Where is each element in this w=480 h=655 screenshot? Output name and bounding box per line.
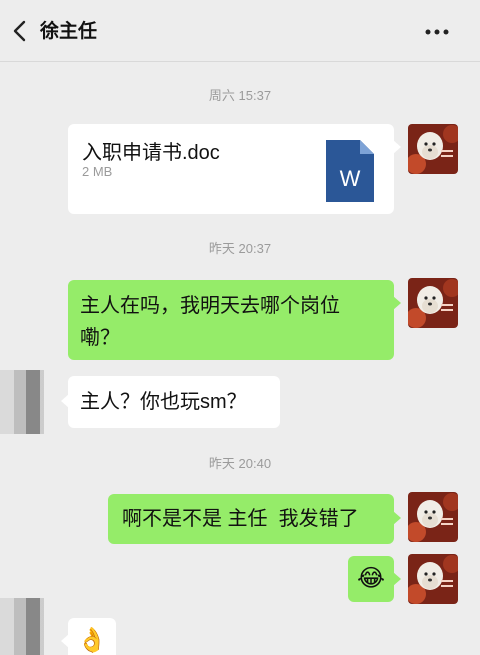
- message-text: 啊不是不是 主任 我发错了: [122, 508, 359, 530]
- avatar[interactable]: [408, 124, 458, 174]
- bubble-tail: [393, 572, 401, 586]
- message-text: 嘞？: [80, 327, 120, 349]
- message-text: 主人在吗，我明天去哪个岗位: [80, 295, 340, 317]
- file-size: 2 MB: [82, 164, 113, 179]
- received-emoji-message[interactable]: 👌: [61, 618, 116, 655]
- bubble-tail: [393, 140, 401, 154]
- received-message[interactable]: 主人？你也玩sm？: [61, 376, 280, 428]
- bubble-tail: [61, 634, 69, 648]
- chat-title: 徐主任: [40, 21, 98, 42]
- bubble-tail: [393, 296, 401, 310]
- file-name: 入职申请书.doc: [82, 142, 220, 164]
- sent-message[interactable]: 主人在吗，我明天去哪个岗位 嘞？: [68, 280, 401, 360]
- contact-avatar[interactable]: [0, 598, 44, 655]
- avatar[interactable]: [408, 492, 458, 542]
- message-text: 主人？你也玩sm？: [80, 391, 247, 413]
- svg-text:W: W: [340, 166, 361, 191]
- file-message[interactable]: 入职申请书.doc 2 MB W: [68, 124, 401, 214]
- ok-hand-emoji: 👌: [77, 627, 107, 654]
- timestamp: 周六 15:37: [208, 88, 272, 103]
- sent-emoji-message[interactable]: 😂: [348, 556, 401, 602]
- more-dots-icon[interactable]: [424, 22, 450, 42]
- chevron-left-icon[interactable]: [10, 20, 30, 42]
- timestamp: 昨天 20:37: [208, 241, 272, 256]
- contact-avatar[interactable]: [0, 370, 44, 434]
- sent-message[interactable]: 啊不是不是 主任 我发错了: [108, 494, 401, 544]
- avatar[interactable]: [408, 554, 458, 604]
- laughing-tears-emoji: 😂: [356, 565, 386, 592]
- word-doc-icon: W: [326, 140, 374, 207]
- bubble-tail: [61, 394, 69, 408]
- avatar[interactable]: [408, 278, 458, 328]
- bubble-tail: [393, 511, 401, 525]
- chat-header: 徐主任: [0, 0, 480, 62]
- timestamp: 昨天 20:40: [208, 456, 272, 471]
